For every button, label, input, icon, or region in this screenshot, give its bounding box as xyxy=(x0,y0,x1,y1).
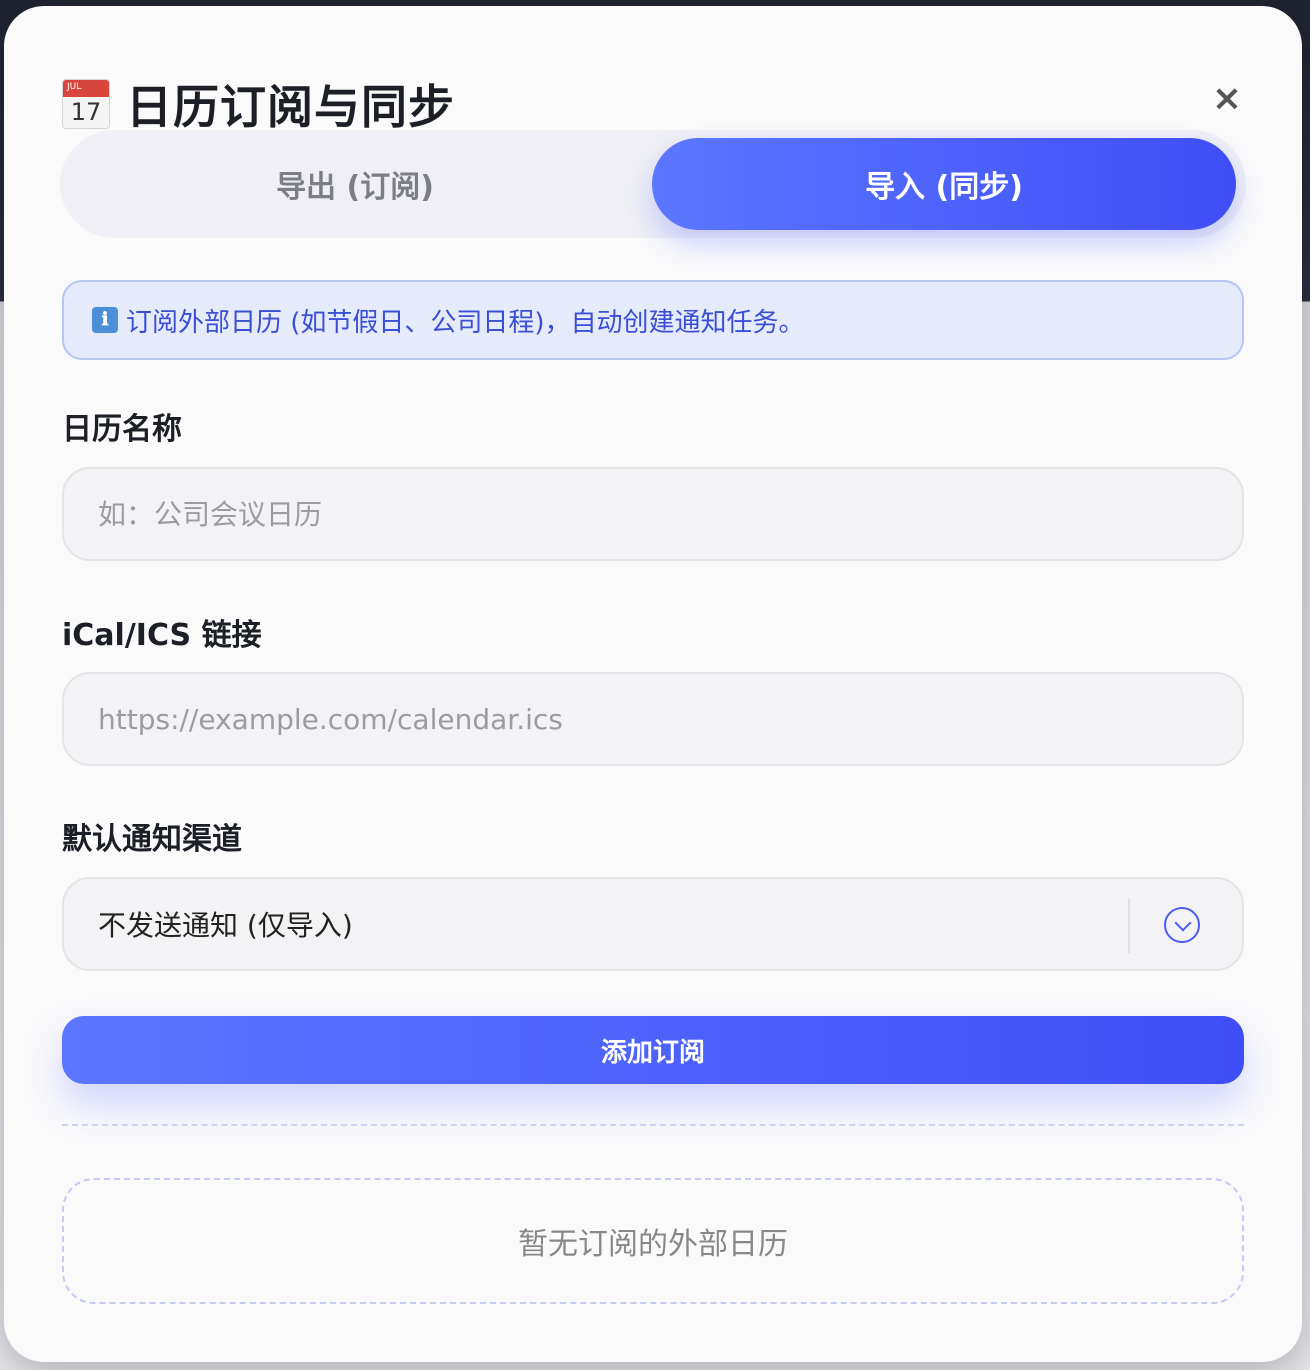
channel-selected-value: 不发送通知 (仅导入) xyxy=(98,909,353,942)
calendar-icon-month: JUL xyxy=(67,82,82,92)
ics-link-label: iCal/ICS 链接 xyxy=(62,618,262,653)
select-separator xyxy=(1128,899,1130,953)
tab-switcher: 导出 (订阅) 导入 (同步) xyxy=(60,130,1246,238)
chevron-down-icon[interactable] xyxy=(1164,907,1200,943)
channel-label: 默认通知渠道 xyxy=(62,822,242,857)
tab-import[interactable]: 导入 (同步) xyxy=(652,138,1236,230)
section-divider xyxy=(62,1124,1244,1126)
dialog-header: JUL 17 日历订阅与同步 xyxy=(62,74,455,134)
add-subscription-button[interactable]: 添加订阅 xyxy=(62,1016,1244,1084)
dialog-title: 日历订阅与同步 xyxy=(126,80,455,134)
calendar-name-input[interactable] xyxy=(98,497,1242,531)
calendar-icon-day: 17 xyxy=(70,98,102,126)
close-icon[interactable]: × xyxy=(1208,80,1246,118)
empty-state: 暂无订阅的外部日历 xyxy=(62,1178,1244,1304)
tab-export[interactable]: 导出 (订阅) xyxy=(60,138,650,230)
channel-select[interactable]: 不发送通知 (仅导入) xyxy=(62,877,1244,971)
ics-link-input[interactable] xyxy=(98,702,1242,736)
calendar-icon: JUL 17 xyxy=(62,79,110,129)
info-icon: ℹ xyxy=(92,307,118,333)
empty-state-text: 暂无订阅的外部日历 xyxy=(518,1227,788,1262)
info-text: 订阅外部日历 (如节假日、公司日程)，自动创建通知任务。 xyxy=(126,307,805,338)
info-banner: ℹ 订阅外部日历 (如节假日、公司日程)，自动创建通知任务。 xyxy=(62,280,1244,360)
calendar-name-label: 日历名称 xyxy=(62,412,182,447)
calendar-name-field[interactable] xyxy=(62,467,1244,561)
ics-link-field[interactable] xyxy=(62,672,1244,766)
